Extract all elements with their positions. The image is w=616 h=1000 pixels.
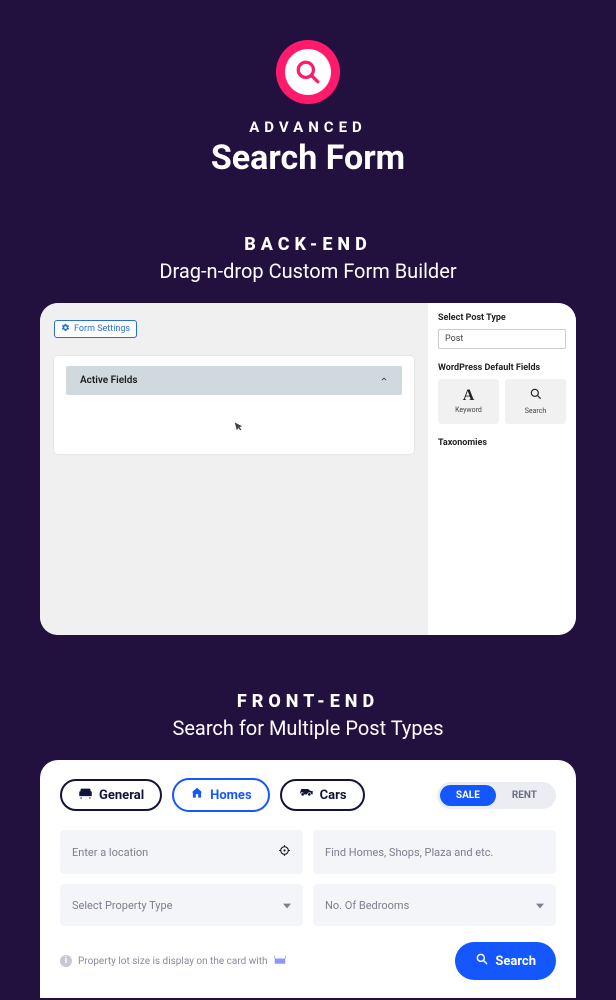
ruler-icon	[274, 955, 286, 968]
keyword-chip-label: Keyword	[455, 406, 482, 414]
property-type-placeholder: Select Property Type	[72, 899, 173, 912]
hint-text: i Property lot size is display on the ca…	[60, 955, 286, 968]
search-chip[interactable]: Search	[505, 379, 566, 424]
search-icon	[475, 952, 489, 970]
pill-homes[interactable]: Homes	[172, 778, 269, 812]
backend-sidebar: Select Post Type Post WordPress Default …	[428, 303, 576, 635]
keyword-icon: A	[440, 387, 497, 405]
chevron-down-icon	[536, 898, 544, 912]
keyword-chip[interactable]: A Keyword	[438, 379, 499, 424]
form-settings-label: Form Settings	[74, 324, 130, 334]
bedrooms-select[interactable]: No. Of Bedrooms	[313, 884, 556, 926]
pill-cars-label: Cars	[320, 788, 347, 803]
frontend-kicker: FRONT-END	[172, 691, 443, 712]
backend-panel: Active Fields	[54, 356, 414, 454]
find-placeholder: Find Homes, Shops, Plaza and etc.	[325, 846, 493, 859]
location-placeholder: Enter a location	[72, 846, 148, 859]
logo-badge	[276, 40, 340, 104]
toggle-rent-label: RENT	[512, 790, 537, 801]
search-chip-label: Search	[525, 407, 547, 415]
default-fields-label: WordPress Default Fields	[438, 363, 566, 373]
cursor-icon	[234, 424, 244, 435]
frontend-header: FRONT-END Search for Multiple Post Types	[172, 691, 443, 740]
backend-card: Form Settings Active Fields Select Post …	[40, 303, 576, 635]
car-icon	[298, 787, 314, 803]
frontend-card: General Homes Cars SALE RENT Enter a loc…	[40, 760, 576, 998]
default-fields-chips: A Keyword Search	[438, 379, 566, 424]
pill-general[interactable]: General	[60, 779, 162, 811]
toggle-sale-label: SALE	[456, 790, 480, 801]
toggle-sale[interactable]: SALE	[440, 785, 496, 806]
pill-homes-label: Homes	[210, 788, 251, 803]
select-post-type-value: Post	[445, 334, 463, 344]
find-input[interactable]: Find Homes, Shops, Plaza and etc.	[313, 830, 556, 874]
crosshair-icon[interactable]	[278, 844, 291, 860]
backend-header: BACK-END Drag-n-drop Custom Form Builder	[159, 234, 456, 283]
search-button-label: Search	[495, 954, 536, 969]
sofa-icon	[78, 787, 93, 803]
search-inputs: Enter a location Find Homes, Shops, Plaz…	[60, 830, 556, 926]
select-post-type[interactable]: Post	[438, 329, 566, 349]
gear-icon	[61, 323, 70, 335]
search-icon	[285, 49, 331, 95]
hero-kicker: ADVANCED	[211, 118, 405, 136]
bedrooms-placeholder: No. Of Bedrooms	[325, 899, 409, 912]
hint-label: Property lot size is display on the card…	[78, 956, 268, 967]
backend-main: Form Settings Active Fields	[40, 303, 428, 635]
search-icon	[507, 387, 564, 406]
home-icon	[190, 786, 204, 804]
active-fields-header[interactable]: Active Fields	[66, 366, 402, 395]
backend-kicker: BACK-END	[159, 234, 456, 255]
backend-subtitle: Drag-n-drop Custom Form Builder	[159, 259, 456, 283]
hero-title: Search Form	[211, 138, 405, 178]
search-button[interactable]: Search	[455, 942, 556, 980]
frontend-footer: i Property lot size is display on the ca…	[60, 942, 556, 980]
chevron-up-icon	[380, 375, 388, 386]
property-type-select[interactable]: Select Property Type	[60, 884, 303, 926]
active-fields-label: Active Fields	[80, 375, 138, 386]
hero: ADVANCED Search Form	[211, 40, 405, 178]
pill-general-label: General	[99, 788, 144, 803]
form-settings-button[interactable]: Form Settings	[54, 320, 137, 338]
taxonomies-label: Taxonomies	[438, 438, 566, 448]
frontend-subtitle: Search for Multiple Post Types	[172, 716, 443, 740]
toggle-rent[interactable]: RENT	[496, 785, 553, 806]
pill-cars[interactable]: Cars	[280, 779, 365, 811]
sale-rent-toggle: SALE RENT	[437, 782, 556, 809]
info-icon: i	[60, 955, 72, 967]
category-pills: General Homes Cars SALE RENT	[60, 778, 556, 812]
select-post-type-label: Select Post Type	[438, 313, 566, 323]
location-input[interactable]: Enter a location	[60, 830, 303, 874]
chevron-down-icon	[283, 898, 291, 912]
